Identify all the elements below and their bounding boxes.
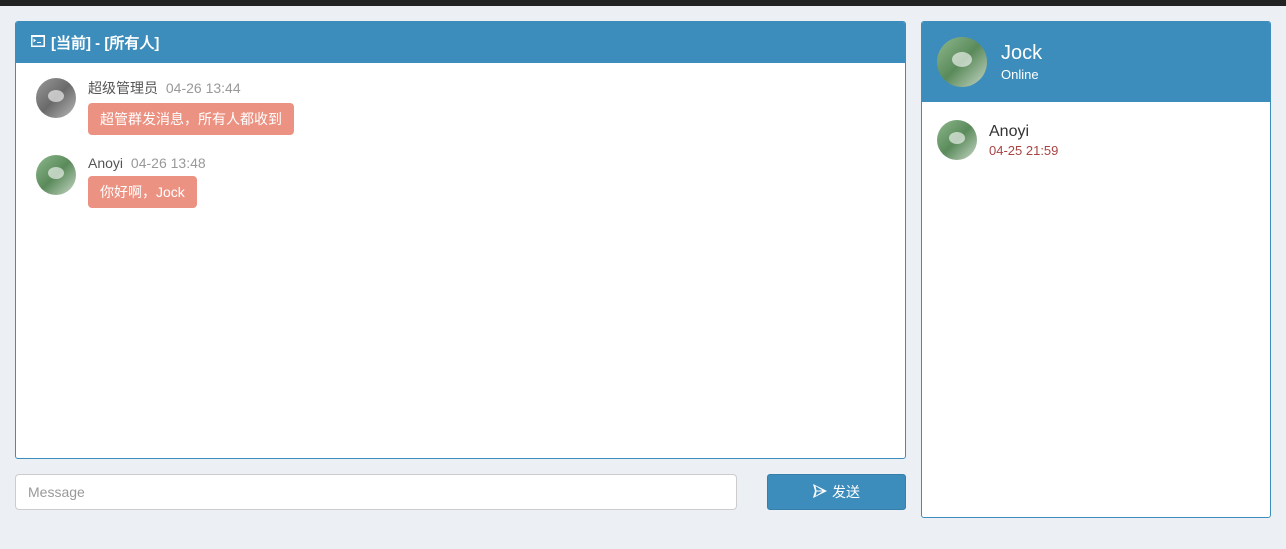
chat-header: [当前] - [所有人] xyxy=(16,22,905,63)
send-button[interactable]: 发送 xyxy=(767,474,906,510)
contact-name: Anoyi xyxy=(989,123,1058,141)
chat-header-title: [当前] - [所有人] xyxy=(51,32,159,53)
input-row: 发送 xyxy=(15,474,906,510)
avatar xyxy=(937,120,977,160)
chat-body[interactable]: 超级管理员 04-26 13:44 超管群发消息，所有人都收到 Anoyi 04… xyxy=(16,63,905,458)
chat-message: Anoyi 04-26 13:48 你好啊，Jock xyxy=(36,155,885,208)
message-sender: Anoyi xyxy=(88,155,123,171)
message-header: 超级管理员 04-26 13:44 xyxy=(88,78,885,98)
user-status: Online xyxy=(1001,67,1042,82)
main-panel: [当前] - [所有人] 超级管理员 04-26 13:44 超管群发消息，所有… xyxy=(15,21,906,518)
message-content: 超级管理员 04-26 13:44 超管群发消息，所有人都收到 xyxy=(88,78,885,135)
side-panel: Jock Online Anoyi 04-25 21:59 xyxy=(921,21,1271,518)
send-button-label: 发送 xyxy=(832,482,860,502)
user-header: Jock Online xyxy=(922,22,1270,102)
paper-plane-icon xyxy=(813,484,827,501)
contact-time: 04-25 21:59 xyxy=(989,143,1058,158)
message-content: Anoyi 04-26 13:48 你好啊，Jock xyxy=(88,155,885,208)
contact-item[interactable]: Anoyi 04-25 21:59 xyxy=(937,112,1255,168)
header-target: [所有人] xyxy=(104,35,159,52)
message-sender: 超级管理员 xyxy=(88,80,158,96)
user-box: Jock Online Anoyi 04-25 21:59 xyxy=(921,21,1271,518)
message-bubble: 你好啊，Jock xyxy=(88,176,197,208)
chat-box: [当前] - [所有人] 超级管理员 04-26 13:44 超管群发消息，所有… xyxy=(15,21,906,459)
message-bubble: 超管群发消息，所有人都收到 xyxy=(88,103,294,135)
message-time: 04-26 13:48 xyxy=(131,155,206,171)
chat-message: 超级管理员 04-26 13:44 超管群发消息，所有人都收到 xyxy=(36,78,885,135)
message-header: Anoyi 04-26 13:48 xyxy=(88,155,885,171)
terminal-icon xyxy=(31,34,45,51)
message-time: 04-26 13:44 xyxy=(166,80,241,96)
header-sep: - xyxy=(95,35,100,52)
message-input[interactable] xyxy=(15,474,737,510)
contacts-list[interactable]: Anoyi 04-25 21:59 xyxy=(922,102,1270,517)
header-current: [当前] xyxy=(51,35,91,52)
main-container: [当前] - [所有人] 超级管理员 04-26 13:44 超管群发消息，所有… xyxy=(0,6,1286,533)
avatar[interactable] xyxy=(36,78,76,118)
user-info: Jock Online xyxy=(1001,42,1042,82)
avatar[interactable] xyxy=(937,37,987,87)
avatar[interactable] xyxy=(36,155,76,195)
user-name: Jock xyxy=(1001,42,1042,65)
contact-info: Anoyi 04-25 21:59 xyxy=(989,123,1058,158)
